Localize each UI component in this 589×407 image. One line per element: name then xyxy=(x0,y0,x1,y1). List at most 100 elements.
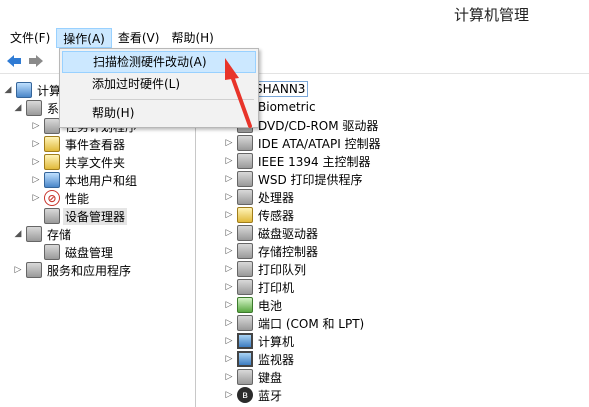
expand-icon: ▷ xyxy=(225,336,233,346)
menu-action[interactable]: 操作(A) xyxy=(56,28,112,48)
device-category-label: 打印机 xyxy=(258,280,295,295)
disk-drive-icon xyxy=(237,225,253,241)
computer-icon xyxy=(237,333,253,349)
device-category[interactable]: ▷ 打印队列 xyxy=(223,260,308,278)
port-icon xyxy=(237,315,253,331)
device-category-label: 电池 xyxy=(258,298,283,313)
shared-folder-icon xyxy=(44,154,60,170)
tree-item-label: 设备管理器 xyxy=(63,207,128,225)
print-queue-icon xyxy=(237,261,253,277)
storage-controller-icon xyxy=(237,243,253,259)
device-category-label: WSD 打印提供程序 xyxy=(258,172,363,187)
back-button[interactable] xyxy=(4,52,24,70)
device-category-label: IDE ATA/ATAPI 控制器 xyxy=(258,136,381,151)
expand-icon: ▷ xyxy=(225,264,233,274)
device-category-label: 蓝牙 xyxy=(258,388,283,403)
device-manager-icon xyxy=(44,208,60,224)
device-category[interactable]: ▷ 端口 (COM 和 LPT) xyxy=(223,314,366,332)
device-category[interactable]: ▷ 监视器 xyxy=(223,350,296,368)
menu-separator xyxy=(90,99,254,100)
tree-item-performance[interactable]: ▷ ⊘ 性能 xyxy=(30,189,91,207)
expand-icon: ▷ xyxy=(225,390,233,400)
device-root-label: SHANN3 xyxy=(252,81,309,97)
device-category-label: Biometric xyxy=(258,100,316,114)
forward-icon xyxy=(29,55,43,67)
device-category-label: 打印队列 xyxy=(258,262,307,277)
expand-icon: ▷ xyxy=(225,300,233,310)
expand-icon: ▷ xyxy=(32,157,40,167)
menu-help[interactable]: 帮助(H) xyxy=(165,28,219,48)
device-category-label: 传感器 xyxy=(258,208,295,223)
expand-icon: ▷ xyxy=(225,228,233,238)
menu-view[interactable]: 查看(V) xyxy=(112,28,166,48)
menu-bar: 文件(F) 操作(A) 查看(V) 帮助(H) xyxy=(0,27,589,49)
forward-button[interactable] xyxy=(26,52,46,70)
device-category-label: 计算机 xyxy=(258,334,295,349)
device-category-label: 处理器 xyxy=(258,190,295,205)
device-category[interactable]: ▷ 键盘 xyxy=(223,368,284,386)
bluetooth-icon: ʙ xyxy=(237,387,253,403)
keyboard-icon xyxy=(237,369,253,385)
tree-item-label: 磁盘管理 xyxy=(65,245,114,260)
back-icon xyxy=(7,55,21,67)
users-icon xyxy=(44,172,60,188)
disk-icon xyxy=(44,244,60,260)
tree-item-label: 本地用户和组 xyxy=(65,173,138,188)
collapse-icon: ◢ xyxy=(4,85,12,95)
tree-item-shared-folders[interactable]: ▷ 共享文件夹 xyxy=(30,153,127,171)
expand-icon: ▷ xyxy=(32,139,40,149)
device-category[interactable]: ▷ 处理器 xyxy=(223,188,296,206)
device-category-label: 键盘 xyxy=(258,370,283,385)
window-title: 计算机管理 xyxy=(453,6,529,24)
expand-icon: ▷ xyxy=(225,246,233,256)
expand-icon: ▷ xyxy=(225,138,233,148)
tree-item-disk-management[interactable]: 磁盘管理 xyxy=(30,243,115,261)
collapse-icon: ◢ xyxy=(14,229,22,239)
device-category-label: 端口 (COM 和 LPT) xyxy=(258,316,365,331)
add-legacy-hardware-item[interactable]: 添加过时硬件(L) xyxy=(62,74,256,96)
system-tools-icon xyxy=(26,100,42,116)
device-category[interactable]: ▷ 存储控制器 xyxy=(223,242,320,260)
help-item[interactable]: 帮助(H) xyxy=(62,103,256,125)
tree-item-event-viewer[interactable]: ▷ 事件查看器 xyxy=(30,135,127,153)
tree-item-local-users[interactable]: ▷ 本地用户和组 xyxy=(30,171,139,189)
menu-file[interactable]: 文件(F) xyxy=(4,28,56,48)
device-category[interactable]: ▷ 传感器 xyxy=(223,206,296,224)
device-category[interactable]: ▷ 计算机 xyxy=(223,332,296,350)
tree-item-label: 性能 xyxy=(65,191,90,206)
device-category-label: 监视器 xyxy=(258,352,295,367)
expand-icon: ▷ xyxy=(32,175,40,185)
tree-item-label: 服务和应用程序 xyxy=(47,263,132,278)
expand-icon: ▷ xyxy=(32,121,40,131)
expand-icon: ▷ xyxy=(225,372,233,382)
device-category-label: 存储控制器 xyxy=(258,244,319,259)
storage-icon xyxy=(26,226,42,242)
device-category[interactable]: ▷ IDE ATA/ATAPI 控制器 xyxy=(223,134,383,152)
device-category[interactable]: ▷ ʙ 蓝牙 xyxy=(223,386,284,404)
device-category[interactable]: ▷ 打印机 xyxy=(223,278,296,296)
scan-hardware-changes-item[interactable]: 扫描检测硬件改动(A) xyxy=(62,51,256,73)
services-icon xyxy=(26,262,42,278)
expand-icon: ▷ xyxy=(225,156,233,166)
device-category[interactable]: ▷ 电池 xyxy=(223,296,284,314)
tree-item-device-manager[interactable]: 设备管理器 xyxy=(30,207,128,225)
ide-controller-icon xyxy=(237,135,253,151)
device-category-label: IEEE 1394 主控制器 xyxy=(258,154,371,169)
battery-icon xyxy=(237,297,253,313)
tree-item-label: 存储 xyxy=(47,227,72,242)
event-viewer-icon xyxy=(44,136,60,152)
expand-icon: ▷ xyxy=(225,354,233,364)
expand-icon: ▷ xyxy=(225,174,233,184)
tree-item-services[interactable]: ▷ 服务和应用程序 xyxy=(12,261,133,279)
monitor-icon xyxy=(237,351,253,367)
device-category[interactable]: ▷ 磁盘驱动器 xyxy=(223,224,320,242)
expand-icon: ▷ xyxy=(225,210,233,220)
device-category-label: DVD/CD-ROM 驱动器 xyxy=(258,118,379,133)
device-category[interactable]: ▷ WSD 打印提供程序 xyxy=(223,170,365,188)
expand-icon: ▷ xyxy=(32,193,40,203)
device-category[interactable]: ▷ IEEE 1394 主控制器 xyxy=(223,152,372,170)
tree-item-label: 共享文件夹 xyxy=(65,155,126,170)
tree-item-storage[interactable]: ◢ 存储 xyxy=(12,225,73,243)
device-category-label: 磁盘驱动器 xyxy=(258,226,319,241)
expand-icon: ▷ xyxy=(225,318,233,328)
